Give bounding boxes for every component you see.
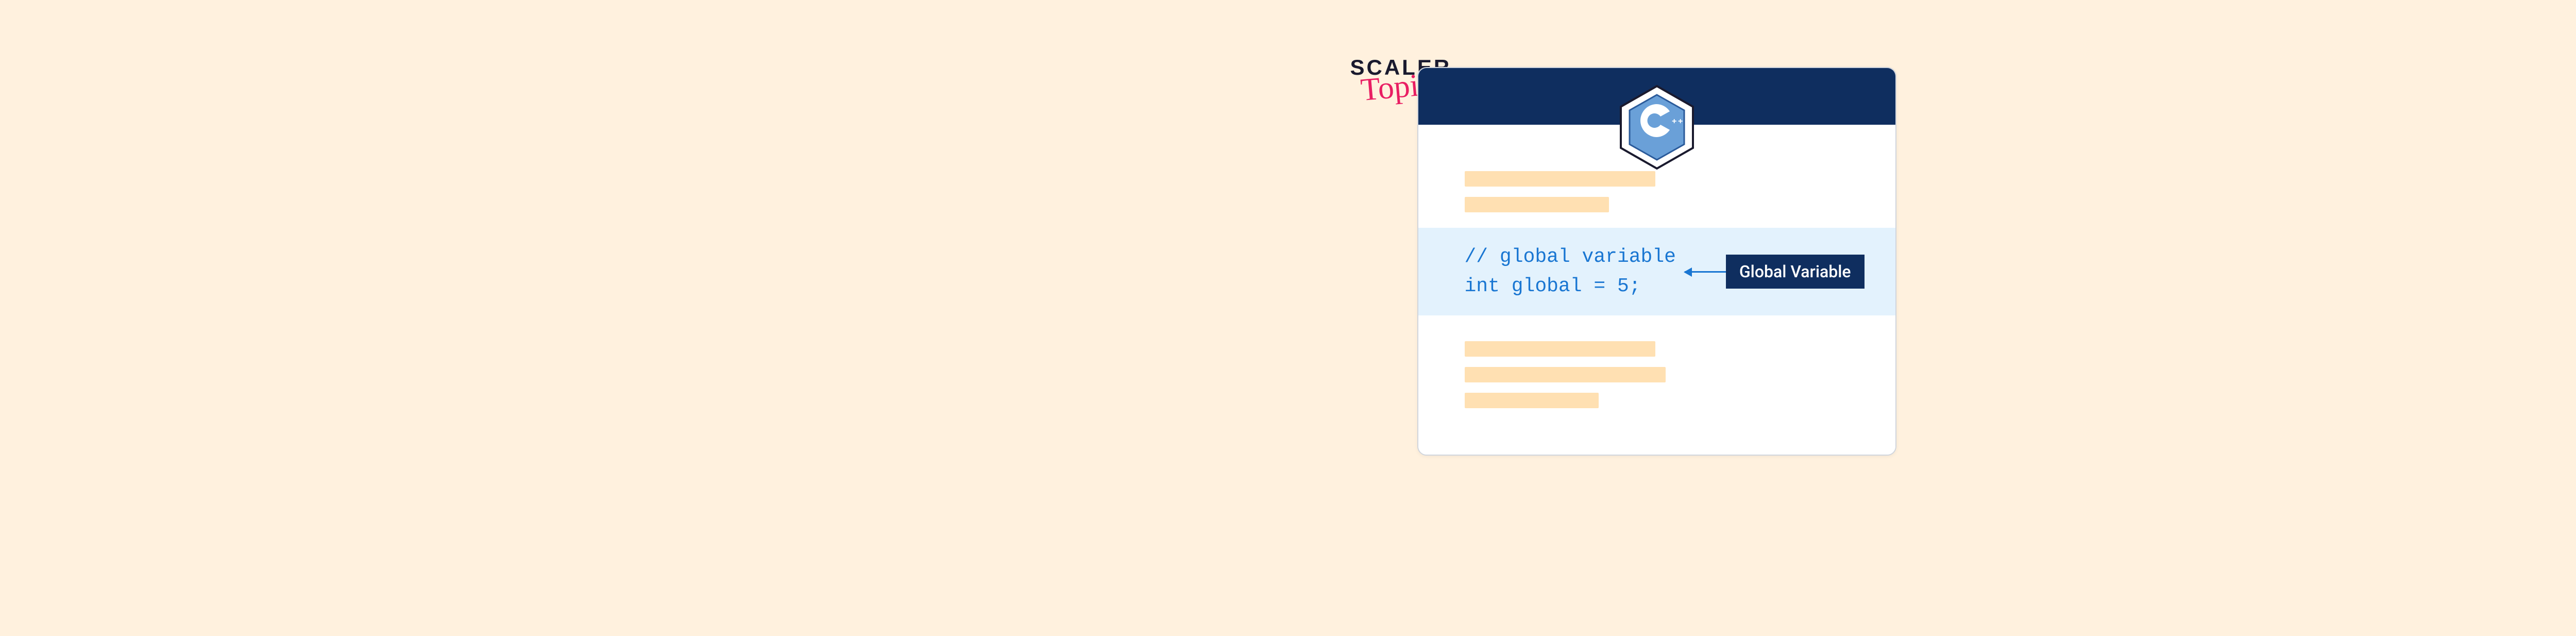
callout-arrow-icon: [1685, 271, 1726, 273]
global-variable-callout: Global Variable: [1685, 255, 1865, 289]
code-editor-card: + + // global variable int global = 5; G…: [1417, 67, 1896, 456]
code-placeholder-line: [1465, 393, 1599, 408]
cpp-hexagon-svg: + +: [1618, 83, 1696, 171]
diagram-container: SCALER Topics + + // global variable int…: [1134, 0, 1958, 636]
code-placeholder-line: [1465, 171, 1655, 187]
code-placeholder-line: [1465, 197, 1609, 212]
code-placeholder-line: [1465, 341, 1655, 357]
svg-text:+: +: [1672, 117, 1676, 126]
code-placeholder-line: [1465, 367, 1666, 382]
code-highlighted-region: // global variable int global = 5; Globa…: [1418, 228, 1895, 315]
svg-text:+: +: [1678, 117, 1683, 126]
code-card-body: // global variable int global = 5; Globa…: [1418, 125, 1895, 455]
cpp-logo-icon: + +: [1618, 83, 1696, 173]
callout-label: Global Variable: [1726, 255, 1865, 289]
